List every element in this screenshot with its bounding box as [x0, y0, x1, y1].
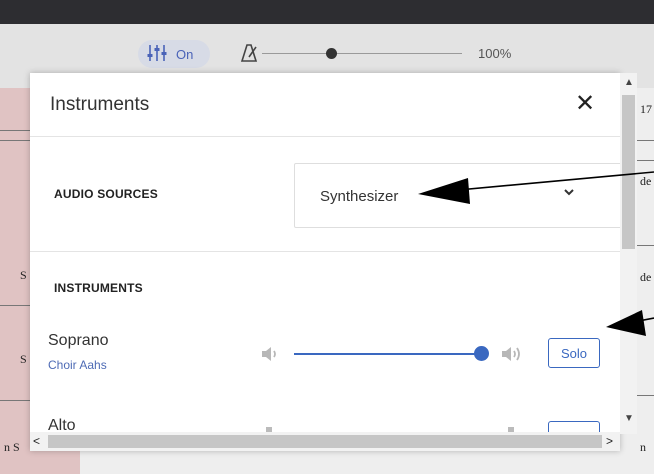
mixer-toggle[interactable]: On [138, 40, 210, 68]
score-fragment: 17 [640, 102, 652, 116]
score-fragment: S [20, 352, 27, 366]
horizontal-scrollbar[interactable]: < > [30, 432, 620, 451]
horizontal-scroll-thumb[interactable] [48, 435, 602, 448]
staff-line [637, 245, 654, 246]
staff-line [0, 400, 30, 401]
dialog-title: Instruments [50, 94, 150, 115]
staff-line [637, 395, 654, 396]
staff-line [0, 140, 30, 141]
scroll-right-icon[interactable]: > [606, 434, 613, 448]
score-fragment: n S [4, 440, 20, 454]
score-fragment: de [640, 174, 652, 188]
instrument-name: Soprano [48, 332, 109, 349]
vertical-scroll-thumb[interactable] [622, 95, 635, 249]
audio-sources-label: AUDIO SOURCES [54, 187, 158, 201]
staff-line [637, 160, 654, 161]
window-top-strip [0, 0, 654, 24]
close-icon[interactable]: ✕ [575, 89, 595, 118]
tempo-slider-handle[interactable] [326, 48, 337, 59]
instrument-sound: Choir Aahs [48, 358, 107, 372]
chevron-down-icon [563, 185, 575, 202]
tempo-slider-track[interactable] [262, 53, 462, 54]
solo-button[interactable]: Solo [548, 338, 600, 368]
tempo-value: 100% [478, 46, 512, 61]
speaker-low-icon [260, 344, 280, 369]
audio-source-select[interactable]: Synthesizer [294, 163, 620, 228]
scroll-down-icon[interactable]: ▼ [624, 413, 634, 424]
staff-line [0, 130, 30, 131]
vertical-scrollbar[interactable]: ▲ ▼ [620, 73, 637, 434]
mixer-sliders-icon [146, 44, 168, 65]
volume-slider-handle[interactable] [474, 346, 489, 361]
audio-sources-row: AUDIO SOURCES Synthesizer [30, 138, 620, 252]
instruments-section-label: INSTRUMENTS [54, 281, 143, 295]
mixer-toggle-label: On [176, 46, 194, 62]
staff-line [637, 140, 654, 141]
audio-source-value: Synthesizer [320, 188, 399, 205]
speaker-high-icon [500, 344, 524, 369]
staff-line [0, 305, 30, 306]
score-fragment: S [20, 268, 27, 282]
scroll-left-icon[interactable]: < [33, 434, 40, 448]
volume-slider-track[interactable] [294, 353, 484, 355]
score-fragment: n [640, 440, 646, 454]
instruments-dialog: Instruments ✕ AUDIO SOURCES Synthesizer … [30, 73, 620, 451]
dialog-header: Instruments ✕ [30, 73, 620, 137]
scroll-up-icon[interactable]: ▲ [624, 77, 634, 88]
score-fragment: de [640, 270, 652, 284]
metronome-icon[interactable] [238, 42, 260, 70]
